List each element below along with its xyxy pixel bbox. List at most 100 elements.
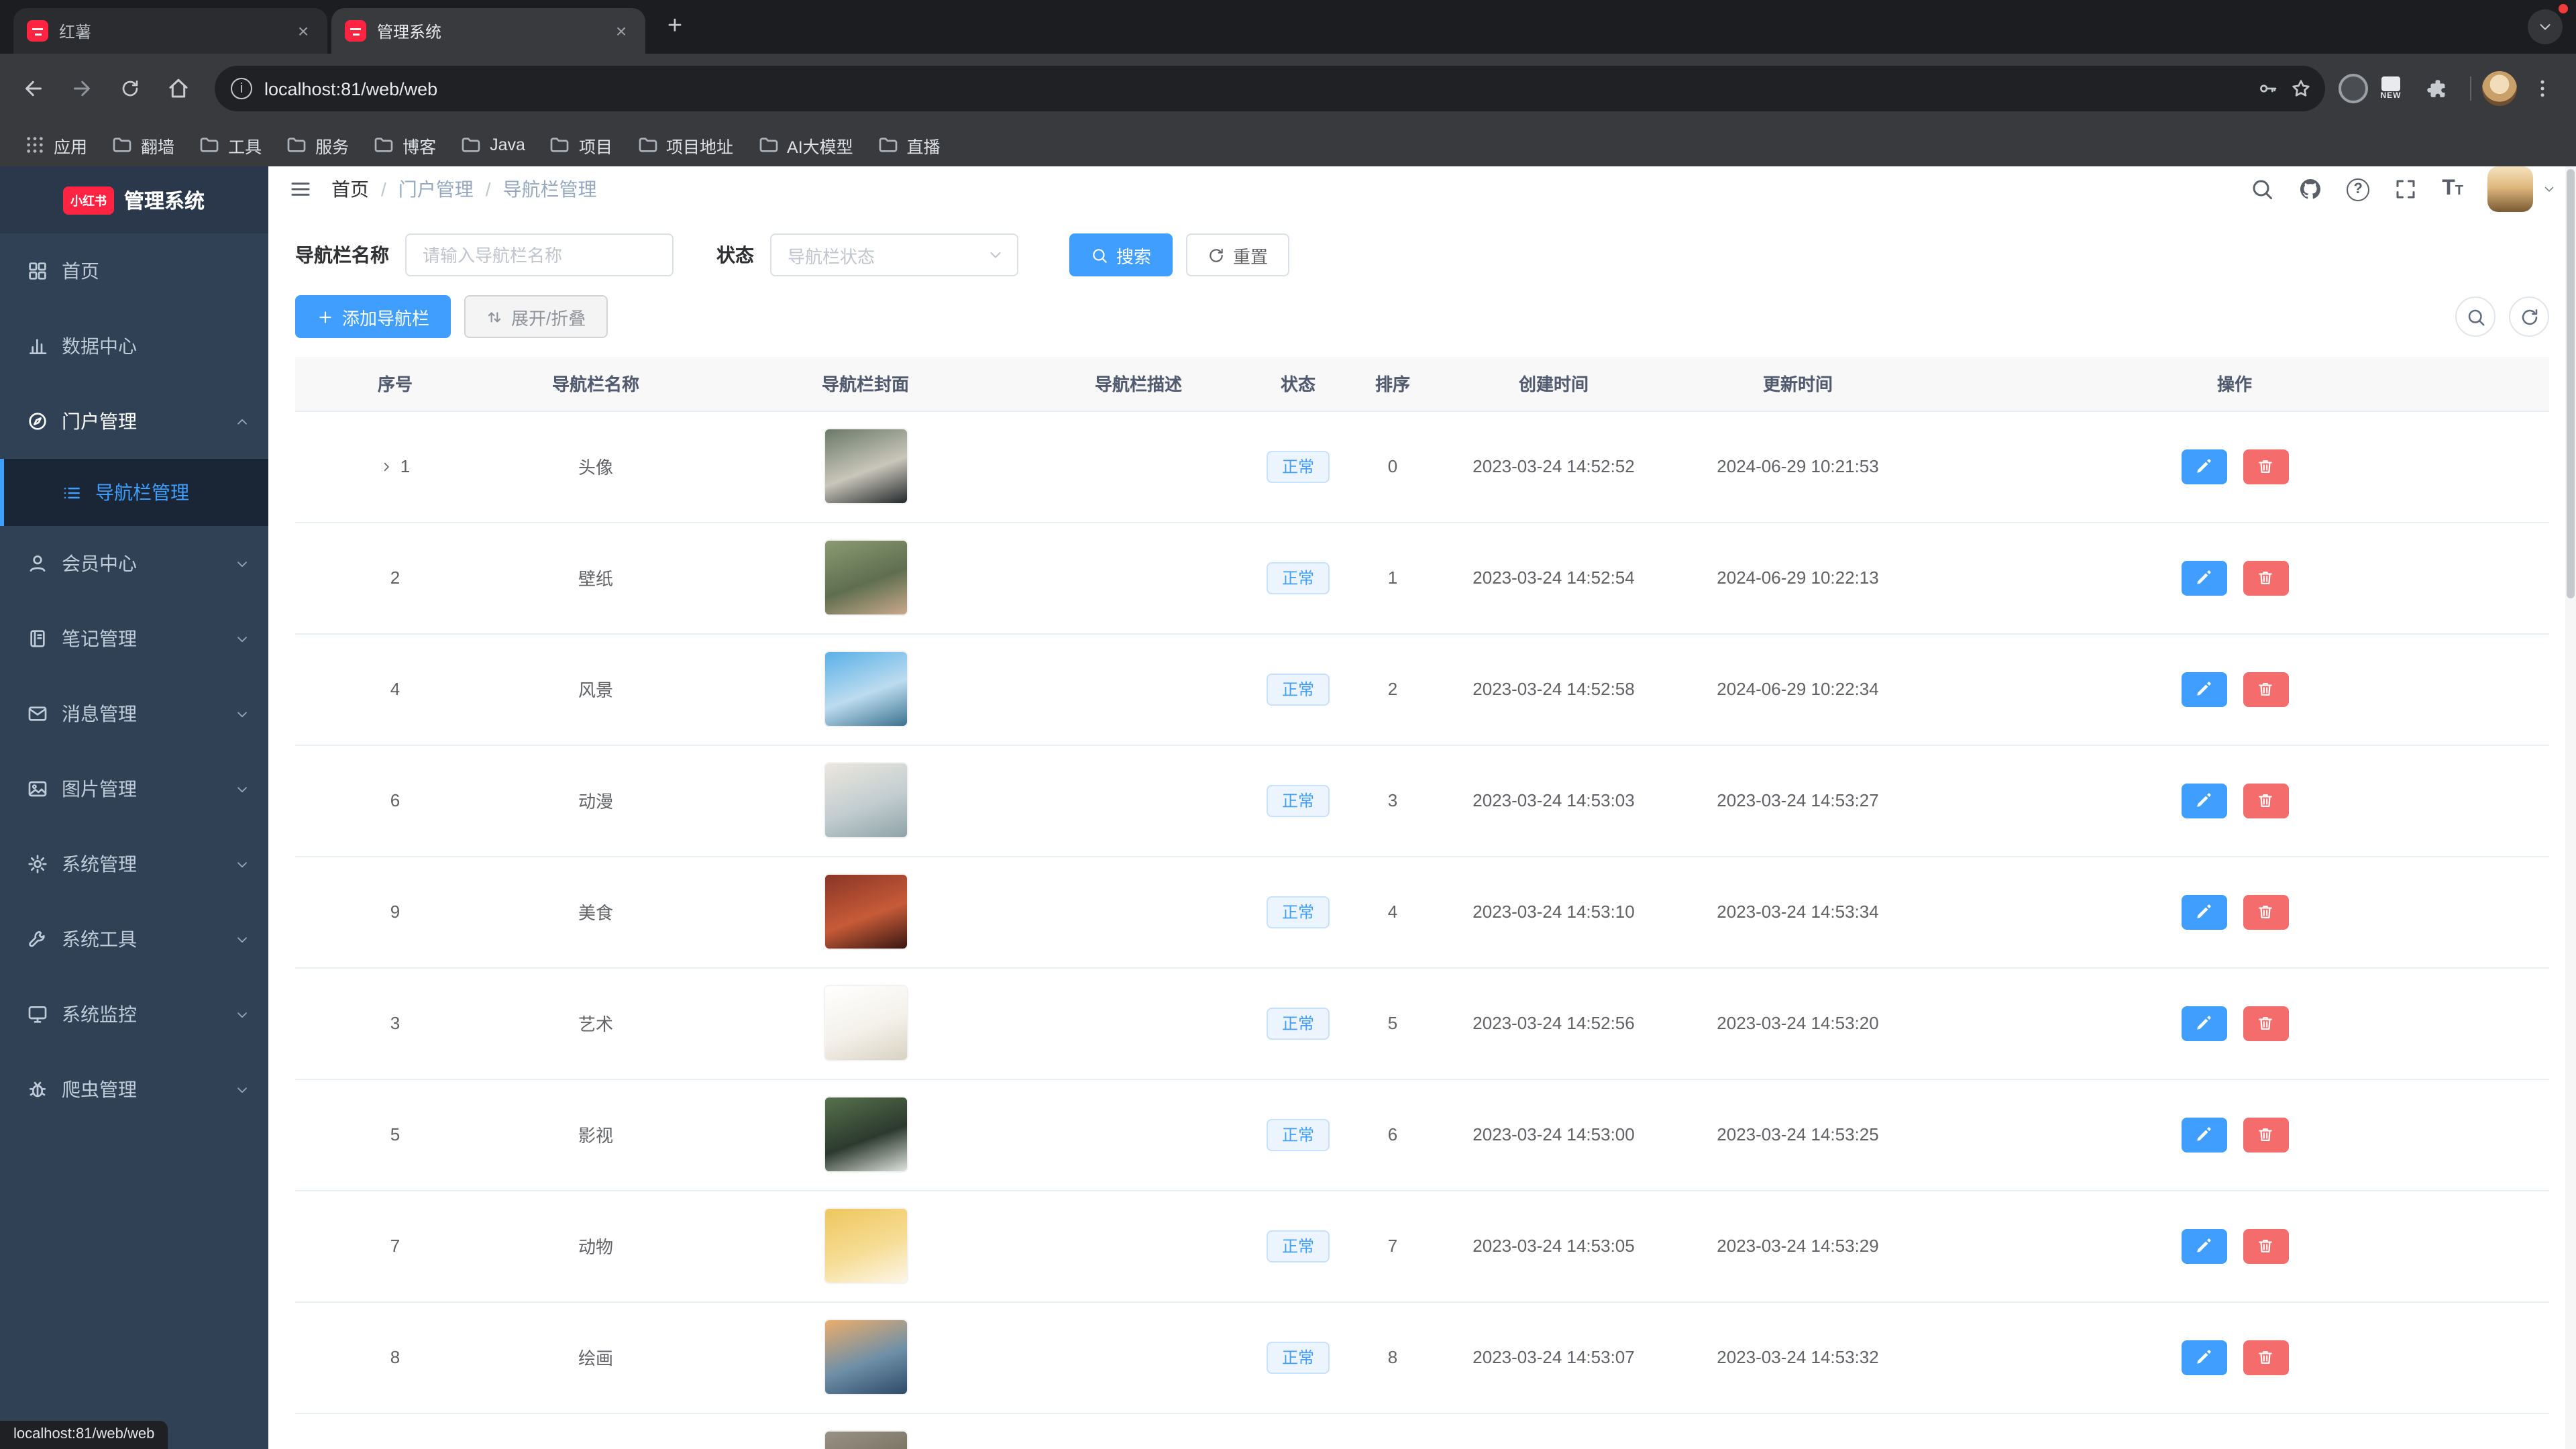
browser-profile-avatar[interactable] (2482, 71, 2517, 106)
edit-button[interactable] (2181, 1117, 2226, 1152)
add-nav-button[interactable]: 添加导航栏 (295, 295, 451, 338)
bookmark-item[interactable]: 服务 (275, 129, 360, 161)
github-icon[interactable] (2298, 177, 2322, 201)
fullscreen-icon[interactable] (2394, 177, 2418, 201)
search-button[interactable]: 搜索 (1069, 233, 1173, 276)
bookmark-label: 服务 (315, 132, 349, 158)
delete-button[interactable] (2243, 1228, 2288, 1263)
edit-button[interactable] (2181, 894, 2226, 929)
help-icon[interactable] (2347, 178, 2369, 201)
delete-button[interactable] (2243, 1006, 2288, 1040)
cell-desc (1034, 411, 1242, 522)
delete-button[interactable] (2243, 1340, 2288, 1375)
bookmark-star-icon[interactable] (2290, 78, 2312, 99)
sidebar-subitem[interactable]: 导航栏管理 (0, 459, 268, 526)
delete-button[interactable] (2243, 672, 2288, 706)
toolbar-divider (2470, 76, 2471, 101)
bookmark-item[interactable]: Java (449, 129, 536, 161)
browser-tab-hongshu[interactable]: 红薯 (13, 8, 327, 54)
status-select[interactable]: 导航栏状态 (770, 233, 1018, 276)
navbar-search-icon[interactable] (2250, 177, 2274, 201)
new-tab-button[interactable] (657, 9, 692, 44)
bookmark-item[interactable]: 项目地址 (626, 129, 744, 161)
sidebar: 小红书 管理系统 首页数据中心门户管理导航栏管理会员中心笔记管理消息管理图片管理… (0, 166, 268, 1449)
browser-tab-admin[interactable]: 管理系统 (331, 8, 645, 54)
forward-button[interactable] (59, 66, 105, 111)
browser-menu-button[interactable] (2520, 66, 2565, 111)
sidebar-item[interactable]: 图片管理 (0, 751, 268, 826)
cell-actions (1920, 1301, 2549, 1413)
sidebar-item[interactable]: 系统工具 (0, 902, 268, 977)
table-tools (2455, 297, 2549, 337)
user-menu[interactable] (2487, 166, 2556, 212)
reload-button[interactable] (107, 66, 153, 111)
sidebar-subitem-label: 导航栏管理 (95, 479, 189, 506)
sidebar-item[interactable]: 门户管理 (0, 384, 268, 459)
tab-close-icon[interactable] (610, 20, 632, 42)
top-navbar: 首页 / 门户管理 / 导航栏管理 (268, 166, 2576, 212)
edit-button[interactable] (2181, 449, 2226, 484)
bookmark-item[interactable]: 博客 (362, 129, 447, 161)
sidebar-item[interactable]: 爬虫管理 (0, 1052, 268, 1127)
url-bar[interactable]: localhost:81/web/web (215, 66, 2325, 111)
app-logo[interactable]: 小红书 管理系统 (0, 166, 268, 233)
cell-status: 正常 (1242, 1079, 1354, 1190)
edit-button[interactable] (2181, 1228, 2226, 1263)
row-id: 3 (390, 1013, 400, 1033)
cell (1432, 1413, 1676, 1449)
edit-button[interactable] (2181, 560, 2226, 595)
edit-button[interactable] (2181, 1340, 2226, 1375)
folder-icon (199, 134, 220, 156)
sidebar-item[interactable]: 系统监控 (0, 977, 268, 1052)
url-text[interactable]: localhost:81/web/web (264, 78, 2245, 99)
bookmark-item[interactable]: 应用 (13, 129, 98, 161)
bookmark-item[interactable]: 直播 (867, 129, 951, 161)
bookmark-item[interactable]: 翻墙 (101, 129, 185, 161)
row-id: 7 (390, 1236, 400, 1256)
reset-button[interactable]: 重置 (1186, 233, 1289, 276)
bookmark-item[interactable]: 项目 (539, 129, 623, 161)
sidebar-item[interactable]: 消息管理 (0, 676, 268, 751)
nav-name-input[interactable] (405, 233, 674, 276)
edit-button[interactable] (2181, 783, 2226, 818)
sidebar-item[interactable]: 系统管理 (0, 826, 268, 902)
extension-icon[interactable] (2339, 74, 2368, 103)
user-avatar[interactable] (2487, 166, 2533, 212)
edit-button[interactable] (2181, 1006, 2226, 1040)
sidebar-item[interactable]: 笔记管理 (0, 601, 268, 676)
cell-status: 正常 (1242, 522, 1354, 633)
sidebar-menu: 首页数据中心门户管理导航栏管理会员中心笔记管理消息管理图片管理系统管理系统工具系… (0, 233, 268, 1449)
delete-button[interactable] (2243, 1117, 2288, 1152)
chevron-right-icon[interactable] (380, 460, 394, 474)
delete-button[interactable] (2243, 560, 2288, 595)
font-size-icon[interactable] (2442, 177, 2463, 201)
site-info-icon[interactable] (231, 78, 252, 99)
scrollbar-thumb[interactable] (2567, 169, 2575, 598)
page-scrollbar[interactable] (2565, 166, 2576, 1449)
delete-button[interactable] (2243, 894, 2288, 929)
sidebar-toggle-icon[interactable] (288, 177, 313, 201)
sidebar-item[interactable]: 首页 (0, 233, 268, 309)
expand-collapse-button[interactable]: 展开/折叠 (464, 295, 607, 338)
delete-button[interactable] (2243, 449, 2288, 484)
home-button[interactable] (156, 66, 201, 111)
back-button[interactable] (11, 66, 56, 111)
password-key-icon[interactable] (2257, 78, 2278, 99)
edit-button[interactable] (2181, 672, 2226, 706)
tab-search-button[interactable] (2528, 9, 2563, 44)
breadcrumb-home[interactable]: 首页 (331, 176, 369, 203)
sidebar-item[interactable]: 会员中心 (0, 526, 268, 601)
extensions-button[interactable] (2414, 66, 2459, 111)
mail-icon (27, 703, 48, 724)
bookmark-item[interactable]: AI大模型 (747, 129, 864, 161)
hide-search-button[interactable] (2455, 297, 2496, 337)
delete-button[interactable] (2243, 783, 2288, 818)
bookmark-item[interactable]: 工具 (188, 129, 272, 161)
sidebar-item[interactable]: 数据中心 (0, 309, 268, 384)
sidebar-item-label: 数据中心 (62, 333, 250, 360)
refresh-table-button[interactable] (2509, 297, 2549, 337)
cell-id: 7 (295, 1190, 495, 1301)
cell (1920, 1413, 2549, 1449)
tab-close-icon[interactable] (292, 20, 314, 42)
new-extension-icon[interactable]: NEW (2371, 76, 2411, 101)
